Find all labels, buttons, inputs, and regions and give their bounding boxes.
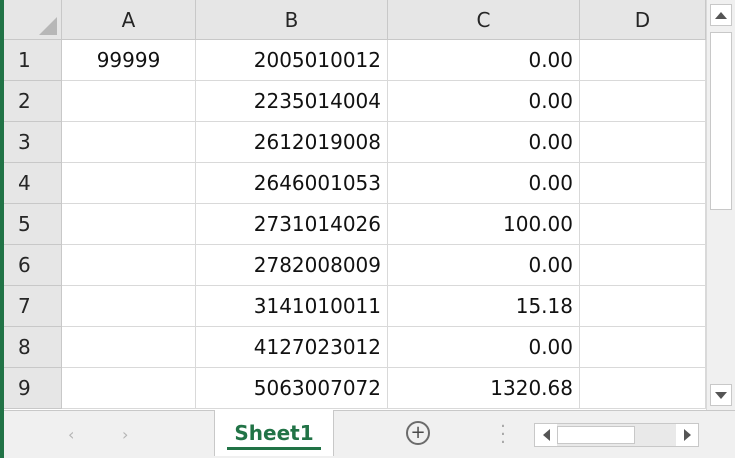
chevron-right-icon[interactable]: ›	[122, 425, 128, 444]
scroll-right-button[interactable]	[676, 424, 698, 446]
tab-split-handle[interactable]: · · ·	[500, 418, 506, 452]
select-all-icon	[39, 17, 57, 35]
cell-c7[interactable]: 15.18	[388, 286, 580, 327]
chevron-left-icon[interactable]: ‹	[68, 425, 74, 444]
spreadsheet-window: A B C D 1 99999 2005010012 0.00 2 2235014004 0…	[0, 0, 735, 458]
cell-c9[interactable]: 1320.68	[388, 368, 580, 409]
select-all-corner[interactable]	[4, 0, 62, 40]
cell-b6[interactable]: 2782008009	[196, 245, 388, 286]
cell-d5[interactable]	[580, 204, 706, 245]
vertical-scroll-thumb[interactable]	[710, 32, 732, 210]
sheet-tab-label: Sheet1	[234, 421, 314, 445]
active-tab-indicator	[227, 447, 321, 450]
column-header-d[interactable]: D	[580, 0, 706, 40]
cell-d3[interactable]	[580, 122, 706, 163]
cell-d9[interactable]	[580, 368, 706, 409]
cell-c1[interactable]: 0.00	[388, 40, 580, 81]
cell-b5[interactable]: 2731014026	[196, 204, 388, 245]
cell-a4[interactable]	[62, 163, 196, 204]
row-header-1[interactable]: 1	[4, 40, 62, 81]
cell-b7[interactable]: 3141010011	[196, 286, 388, 327]
cell-c2[interactable]: 0.00	[388, 81, 580, 122]
row-header-8[interactable]: 8	[4, 327, 62, 368]
row-header-4[interactable]: 4	[4, 163, 62, 204]
cell-a8[interactable]	[62, 327, 196, 368]
cell-d8[interactable]	[580, 327, 706, 368]
column-header-a[interactable]: A	[62, 0, 196, 40]
horizontal-scrollbar[interactable]	[534, 423, 699, 447]
cell-a2[interactable]	[62, 81, 196, 122]
cell-b1[interactable]: 2005010012	[196, 40, 388, 81]
cell-b3[interactable]: 2612019008	[196, 122, 388, 163]
cell-d6[interactable]	[580, 245, 706, 286]
horizontal-scroll-thumb[interactable]	[557, 426, 635, 444]
cell-c3[interactable]: 0.00	[388, 122, 580, 163]
vertical-scrollbar[interactable]	[706, 0, 735, 410]
row-header-6[interactable]: 6	[4, 245, 62, 286]
scroll-down-button[interactable]	[710, 384, 732, 406]
row-header-5[interactable]: 5	[4, 204, 62, 245]
cell-b9[interactable]: 5063007072	[196, 368, 388, 409]
row-header-9[interactable]: 9	[4, 368, 62, 409]
cell-c6[interactable]: 0.00	[388, 245, 580, 286]
cell-b2[interactable]: 2235014004	[196, 81, 388, 122]
arrow-right-icon	[683, 429, 691, 441]
arrow-up-icon	[715, 11, 727, 19]
cell-c8[interactable]: 0.00	[388, 327, 580, 368]
sheet-tab-bar: ‹ › Sheet1 + · · ·	[4, 410, 735, 458]
cell-d2[interactable]	[580, 81, 706, 122]
cell-a7[interactable]	[62, 286, 196, 327]
scroll-left-button[interactable]	[535, 424, 557, 446]
sheet-tab-sheet1[interactable]: Sheet1	[214, 410, 334, 456]
cell-b4[interactable]: 2646001053	[196, 163, 388, 204]
cell-a6[interactable]	[62, 245, 196, 286]
cell-c4[interactable]: 0.00	[388, 163, 580, 204]
cell-d1[interactable]	[580, 40, 706, 81]
plus-circle-icon[interactable]: +	[406, 421, 430, 445]
column-header-c[interactable]: C	[388, 0, 580, 40]
cell-d4[interactable]	[580, 163, 706, 204]
worksheet-grid[interactable]: A B C D 1 99999 2005010012 0.00 2 2235014004 0…	[4, 0, 706, 410]
row-header-3[interactable]: 3	[4, 122, 62, 163]
scroll-up-button[interactable]	[710, 4, 732, 26]
cell-b8[interactable]: 4127023012	[196, 327, 388, 368]
column-header-b[interactable]: B	[196, 0, 388, 40]
cell-a1[interactable]: 99999	[62, 40, 196, 81]
cell-a9[interactable]	[62, 368, 196, 409]
arrow-down-icon	[715, 391, 727, 399]
cell-a3[interactable]	[62, 122, 196, 163]
cell-a5[interactable]	[62, 204, 196, 245]
arrow-left-icon	[542, 429, 550, 441]
row-header-2[interactable]: 2	[4, 81, 62, 122]
cell-c5[interactable]: 100.00	[388, 204, 580, 245]
cell-d7[interactable]	[580, 286, 706, 327]
row-header-7[interactable]: 7	[4, 286, 62, 327]
